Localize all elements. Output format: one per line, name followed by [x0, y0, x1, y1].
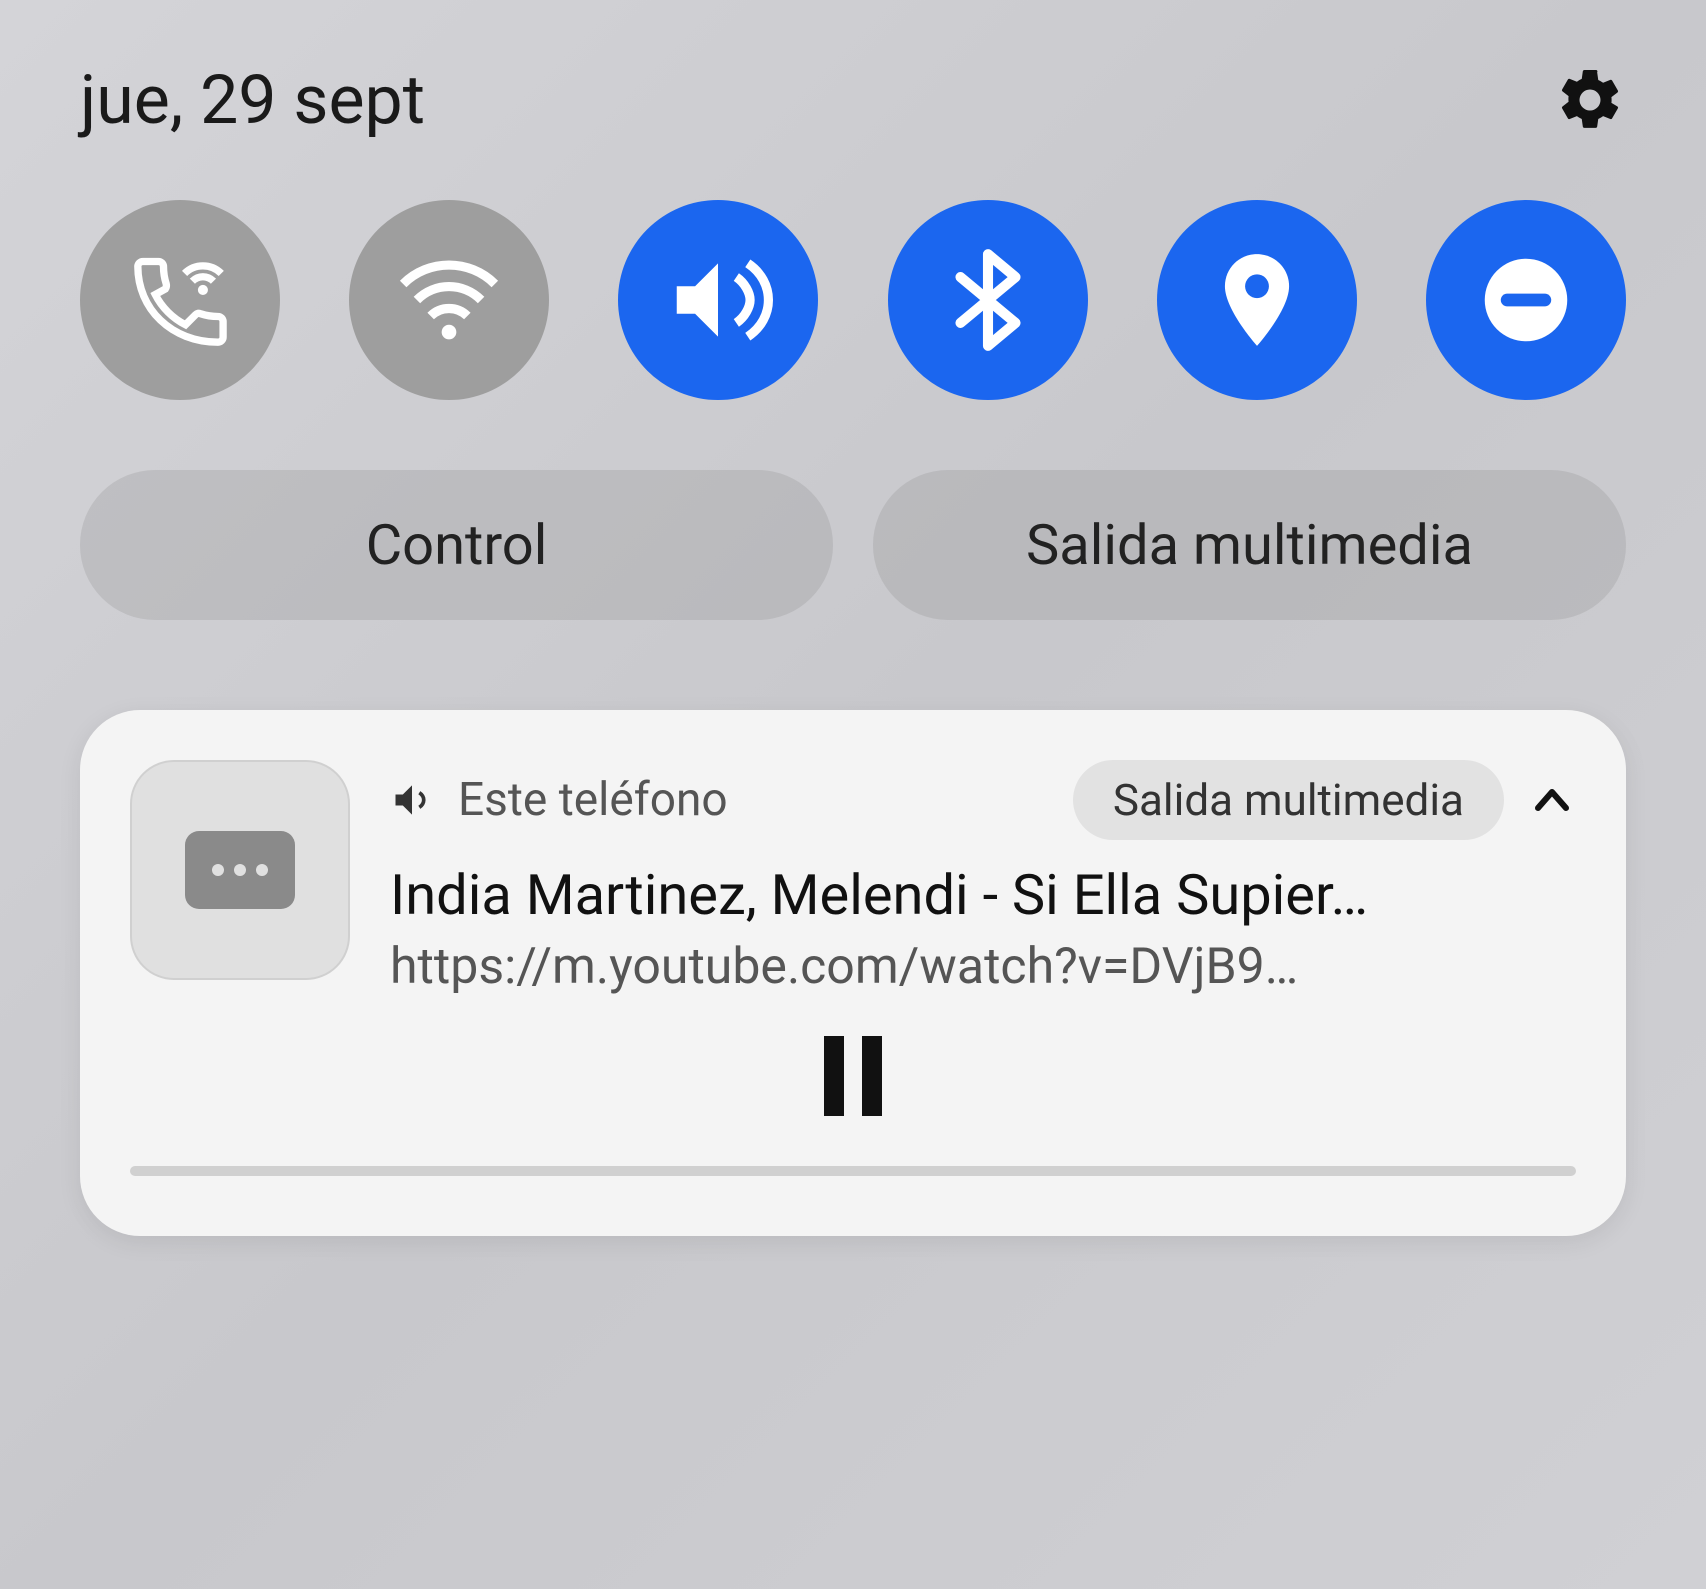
- media-meta-row: Este teléfono Salida multimedia: [390, 760, 1576, 840]
- media-progress-bar[interactable]: [130, 1166, 1576, 1176]
- collapse-button[interactable]: [1528, 776, 1576, 824]
- media-output-chip[interactable]: Salida multimedia: [1073, 760, 1504, 840]
- chevron-up-icon: [1528, 776, 1576, 824]
- control-label: Control: [366, 512, 548, 578]
- media-output-button[interactable]: Salida multimedia: [873, 470, 1626, 620]
- dnd-toggle[interactable]: [1426, 200, 1626, 400]
- bluetooth-toggle[interactable]: [888, 200, 1088, 400]
- location-toggle[interactable]: [1157, 200, 1357, 400]
- media-top-row: Este teléfono Salida multimedia India Ma…: [130, 760, 1576, 996]
- bluetooth-icon: [933, 245, 1043, 355]
- settings-button[interactable]: [1554, 64, 1626, 136]
- sound-toggle[interactable]: [618, 200, 818, 400]
- button-pill-row: Control Salida multimedia: [80, 470, 1626, 620]
- sound-icon: [663, 245, 773, 355]
- pause-button[interactable]: [824, 1036, 882, 1116]
- media-url: https://m.youtube.com/watch?v=DVjB9…: [390, 938, 1576, 996]
- thumbnail-placeholder-icon: [185, 831, 295, 909]
- wifi-toggle[interactable]: [349, 200, 549, 400]
- notification-panel: jue, 29 sept Control Salida multimedia: [0, 0, 1706, 1276]
- media-title: India Martinez, Melendi - Si Ella Supier…: [390, 862, 1576, 928]
- pause-icon: [862, 1036, 882, 1116]
- gear-icon: [1554, 64, 1626, 136]
- media-controls-row: [130, 1036, 1576, 1116]
- dnd-icon: [1471, 245, 1581, 355]
- media-output-label: Salida multimedia: [1026, 512, 1473, 578]
- media-info: Este teléfono Salida multimedia India Ma…: [390, 760, 1576, 996]
- media-notification-card: Este teléfono Salida multimedia India Ma…: [80, 710, 1626, 1236]
- control-devices-button[interactable]: Control: [80, 470, 833, 620]
- wifi-calling-toggle[interactable]: [80, 200, 280, 400]
- output-device-text: Este teléfono: [458, 773, 1049, 827]
- location-icon: [1202, 245, 1312, 355]
- pause-icon: [824, 1036, 844, 1116]
- wifi-calling-icon: [125, 245, 235, 355]
- date-text: jue, 29 sept: [80, 60, 425, 140]
- wifi-icon: [394, 245, 504, 355]
- header-row: jue, 29 sept: [80, 60, 1626, 140]
- media-thumbnail[interactable]: [130, 760, 350, 980]
- speaker-icon: [390, 778, 434, 822]
- quick-toggle-row: [80, 200, 1626, 400]
